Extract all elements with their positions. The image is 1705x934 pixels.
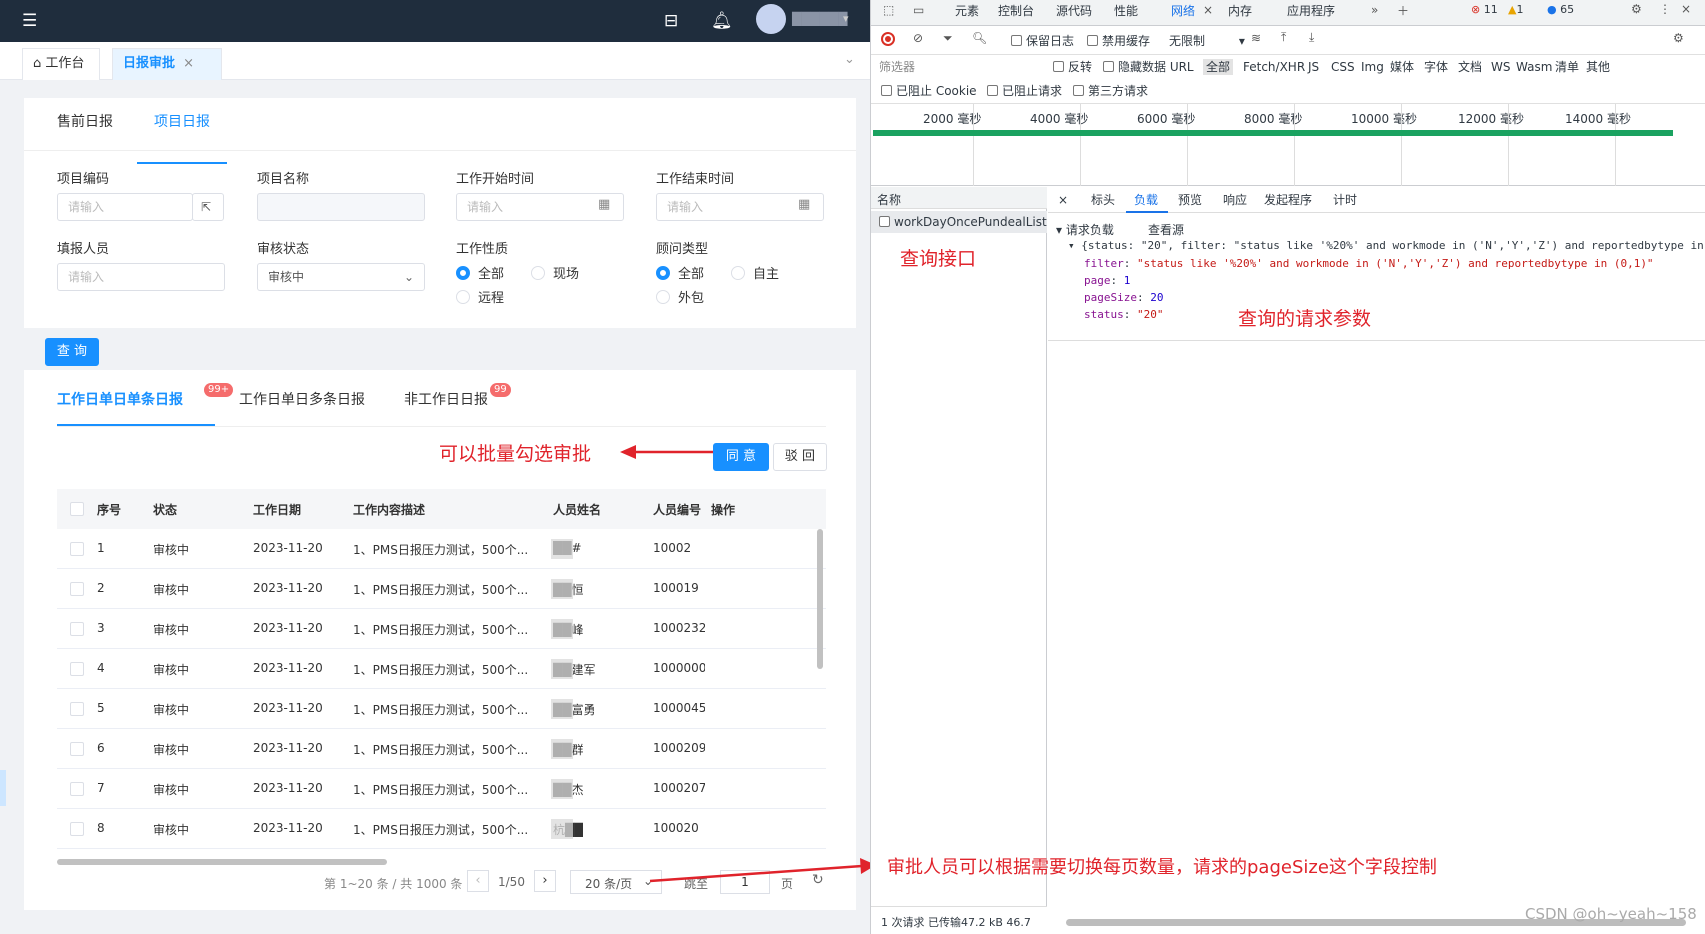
network-toolbar: ⊘ ⏷ 🔍︎ 保留日志 禁用缓存 无限制 ▾ ≋ ⤒ ⤓ ⚙ — [871, 27, 1705, 55]
filter-type-manifest[interactable]: 清单 — [1555, 59, 1579, 75]
close-icon[interactable]: × — [1681, 2, 1691, 16]
devtools-tab-network[interactable]: 网络 — [1171, 3, 1195, 19]
throttle-select[interactable]: 无限制 ▾ — [1169, 33, 1245, 49]
name-column-header: 名称 — [871, 187, 1047, 209]
close-icon[interactable]: × — [1058, 192, 1068, 208]
devtools-tabs: ⬚ ▭ 元素 控制台 源代码 性能 网络 × 内存 应用程序 » ＋ ⊗ 11 … — [871, 0, 1705, 26]
timeline-tick: 14000 毫秒 — [1565, 112, 1631, 126]
filter-type-all[interactable]: 全部 — [1203, 59, 1234, 75]
third-party-checkbox[interactable]: 第三方请求 — [1073, 83, 1148, 99]
request-row[interactable]: workDayOncePundealList — [871, 211, 1047, 233]
filter-type-img[interactable]: Img — [1361, 59, 1384, 75]
devtools-tab-elements[interactable]: 元素 — [955, 3, 979, 19]
network-filter-row: 筛选器 反转 隐藏数据 URL 全部 Fetch/XHR JS CSS Img … — [871, 56, 1705, 80]
download-icon[interactable]: ⤓ — [1309, 30, 1314, 45]
timeline-gridline — [1080, 104, 1081, 186]
preserve-log-checkbox[interactable]: 保留日志 — [1011, 33, 1074, 49]
annotation-query-interface: 查询接口 — [900, 248, 977, 270]
filter-type-wasm[interactable]: Wasm — [1516, 59, 1552, 75]
arrow-page-size — [649, 864, 863, 883]
active-tab-indicator — [1126, 211, 1168, 213]
settings-icon[interactable]: ⚙ — [1631, 2, 1642, 16]
detail-tab-payload[interactable]: 负载 — [1134, 192, 1158, 208]
devtools-tab-memory[interactable]: 内存 — [1228, 3, 1252, 19]
detail-tab-timing[interactable]: 计时 — [1333, 192, 1357, 208]
network-filter-row-2: 已阻止 Cookie 已阻止请求 第三方请求 — [871, 80, 1705, 104]
payload-summary[interactable]: ▾ {status: "20", filter: "status like '%… — [1068, 238, 1704, 254]
annotation-request-params: 查询的请求参数 — [1238, 308, 1372, 330]
blocked-cookies-checkbox[interactable]: 已阻止 Cookie — [881, 83, 977, 99]
detail-tab-headers[interactable]: 标头 — [1091, 192, 1115, 208]
detail-tab-preview[interactable]: 预览 — [1178, 192, 1202, 208]
detail-tab-response[interactable]: 响应 — [1223, 192, 1247, 208]
inspect-icon[interactable]: ⬚ — [883, 3, 894, 17]
error-count[interactable]: ⊗ 11 — [1471, 3, 1498, 16]
devtools-panel: ⬚ ▭ 元素 控制台 源代码 性能 网络 × 内存 应用程序 » ＋ ⊗ 11 … — [870, 0, 1705, 934]
devtools-tab-performance[interactable]: 性能 — [1114, 3, 1138, 19]
devtools-tab-console[interactable]: 控制台 — [998, 3, 1034, 19]
filter-type-xhr[interactable]: Fetch/XHR — [1243, 59, 1305, 75]
detail-tab-initiator[interactable]: 发起程序 — [1264, 192, 1312, 208]
clear-icon[interactable]: ⊘ — [913, 31, 923, 45]
watermark: CSDN @oh~yeah~158 — [1525, 905, 1697, 923]
search-icon[interactable]: 🔍︎ — [972, 31, 987, 45]
filter-icon[interactable]: ⏷ — [943, 31, 953, 46]
plus-icon[interactable]: ＋ — [1397, 2, 1409, 19]
wifi-icon[interactable]: ≋ — [1251, 31, 1261, 45]
hide-data-urls-checkbox[interactable]: 隐藏数据 URL — [1103, 59, 1194, 75]
filter-type-ws[interactable]: WS — [1491, 59, 1510, 75]
close-icon[interactable]: × — [1203, 3, 1213, 17]
request-name: workDayOncePundealList — [894, 215, 1047, 229]
device-icon[interactable]: ▭ — [913, 3, 924, 17]
payload-page-size: pageSize: 20 — [1084, 291, 1164, 304]
disable-cache-checkbox[interactable]: 禁用缓存 — [1087, 33, 1150, 49]
timeline-gridline — [973, 104, 974, 186]
arrow-head — [620, 445, 636, 459]
invert-checkbox[interactable]: 反转 — [1053, 59, 1092, 75]
detail-tabs: × 标头 负载 预览 响应 发起程序 计时 — [1048, 187, 1705, 213]
warning-count[interactable]: ▲1 — [1508, 3, 1523, 16]
filter-type-media[interactable]: 媒体 — [1390, 59, 1414, 75]
network-status-bar: 1 次请求 已传输47.2 kB 46.7 — [871, 906, 1047, 934]
divider — [1048, 340, 1705, 341]
annotation-page-size: 审批人员可以根据需要切换每页数量，请求的pageSize这个字段控制 — [887, 857, 1437, 878]
request-detail: × 标头 负载 预览 响应 发起程序 计时 ▾ 请求负载 查看源 ▾ {stat… — [1048, 187, 1705, 907]
filter-type-doc[interactable]: 文档 — [1458, 59, 1482, 75]
request-list: 名称 workDayOncePundealList — [871, 187, 1047, 907]
filter-type-other[interactable]: 其他 — [1586, 59, 1610, 75]
filter-type-js[interactable]: JS — [1308, 59, 1319, 75]
filter-type-css[interactable]: CSS — [1331, 59, 1355, 75]
timeline-gridline — [1294, 104, 1295, 186]
devtools-tab-sources[interactable]: 源代码 — [1056, 3, 1092, 19]
devtools-tab-application[interactable]: 应用程序 — [1287, 3, 1335, 19]
settings-icon[interactable]: ⚙ — [1673, 31, 1684, 45]
timeline-gridline — [1187, 104, 1188, 186]
kebab-menu-icon[interactable]: ⋮ — [1659, 2, 1671, 16]
payload-status: status: "20" — [1084, 308, 1164, 321]
upload-icon[interactable]: ⤒ — [1281, 30, 1286, 45]
info-count[interactable]: ● 65 — [1547, 3, 1574, 16]
timeline-bar — [873, 130, 1673, 136]
filter-input[interactable]: 筛选器 — [879, 59, 915, 75]
filter-type-font[interactable]: 字体 — [1424, 59, 1448, 75]
payload-section-title[interactable]: ▾ 请求负载 — [1056, 221, 1114, 238]
timeline-tick: 10000 毫秒 — [1351, 112, 1417, 126]
timeline-gridline — [1401, 104, 1402, 186]
timeline-gridline — [1508, 104, 1509, 186]
payload-page: page: 1 — [1084, 274, 1131, 287]
timeline-tick: 12000 毫秒 — [1458, 112, 1524, 126]
record-icon[interactable] — [881, 32, 895, 46]
more-tabs-icon[interactable]: » — [1371, 3, 1378, 17]
blocked-requests-checkbox[interactable]: 已阻止请求 — [987, 83, 1062, 99]
timeline-gridline — [1615, 104, 1616, 186]
timeline-overview[interactable]: 2000 毫秒 4000 毫秒 6000 毫秒 8000 毫秒 10000 毫秒 1200… — [871, 104, 1705, 186]
payload-filter: filter: "status like '%20%' and workmode… — [1084, 257, 1654, 270]
view-source-link[interactable]: 查看源 — [1148, 221, 1184, 238]
